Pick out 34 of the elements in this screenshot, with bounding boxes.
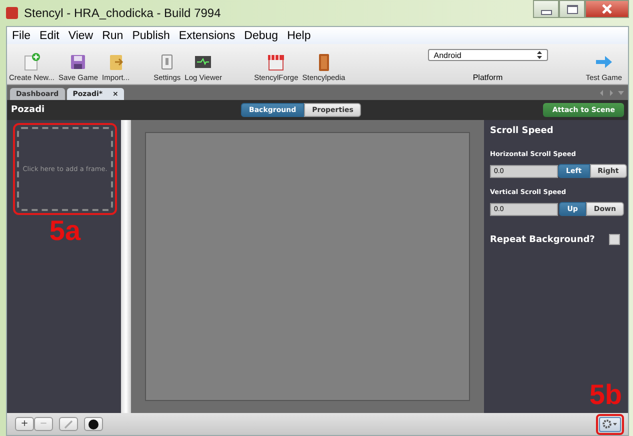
platform-label: Platform	[472, 73, 503, 82]
close-icon	[601, 4, 613, 14]
updown-icon	[536, 51, 542, 59]
arrow-icon	[594, 53, 614, 71]
menu-item[interactable]: Help	[287, 30, 311, 42]
menu-item[interactable]: Edit	[40, 30, 60, 42]
menu-item[interactable]: Debug	[244, 30, 278, 42]
menu-item[interactable]: Extensions	[178, 30, 236, 42]
platform-dropdown[interactable]: Android	[428, 49, 548, 61]
maximize-button[interactable]	[559, 0, 585, 18]
app-icon	[6, 7, 18, 19]
window-title: Stencyl - HRA_chodicka - Build 7994	[24, 6, 221, 20]
circle-icon	[88, 418, 99, 430]
pencil-button[interactable]	[59, 417, 78, 431]
store-icon	[266, 53, 286, 71]
menu-item[interactable]: File	[12, 30, 31, 42]
color-button[interactable]	[84, 417, 103, 431]
menu-item[interactable]: View	[68, 30, 94, 42]
annotation-label: 5a	[49, 217, 81, 245]
pencil-icon	[64, 419, 74, 429]
resource-title: Pozadi	[11, 105, 46, 115]
menu-item[interactable]: Publish	[132, 30, 170, 42]
repeat-background-label: Repeat Background?	[490, 234, 595, 244]
repeat-checkbox[interactable]	[609, 234, 620, 245]
add-button[interactable]: +	[15, 417, 34, 431]
monitor-icon	[193, 53, 214, 71]
gear-icon	[602, 419, 618, 429]
section-title: Scroll Speed	[490, 126, 554, 136]
minimize-button[interactable]	[533, 0, 559, 18]
annotation-label: 5b	[589, 381, 622, 409]
close-button[interactable]	[585, 0, 629, 18]
new-file-icon	[22, 53, 42, 71]
scroll-bar[interactable]	[121, 120, 131, 413]
menu-item[interactable]: Run	[102, 30, 124, 42]
